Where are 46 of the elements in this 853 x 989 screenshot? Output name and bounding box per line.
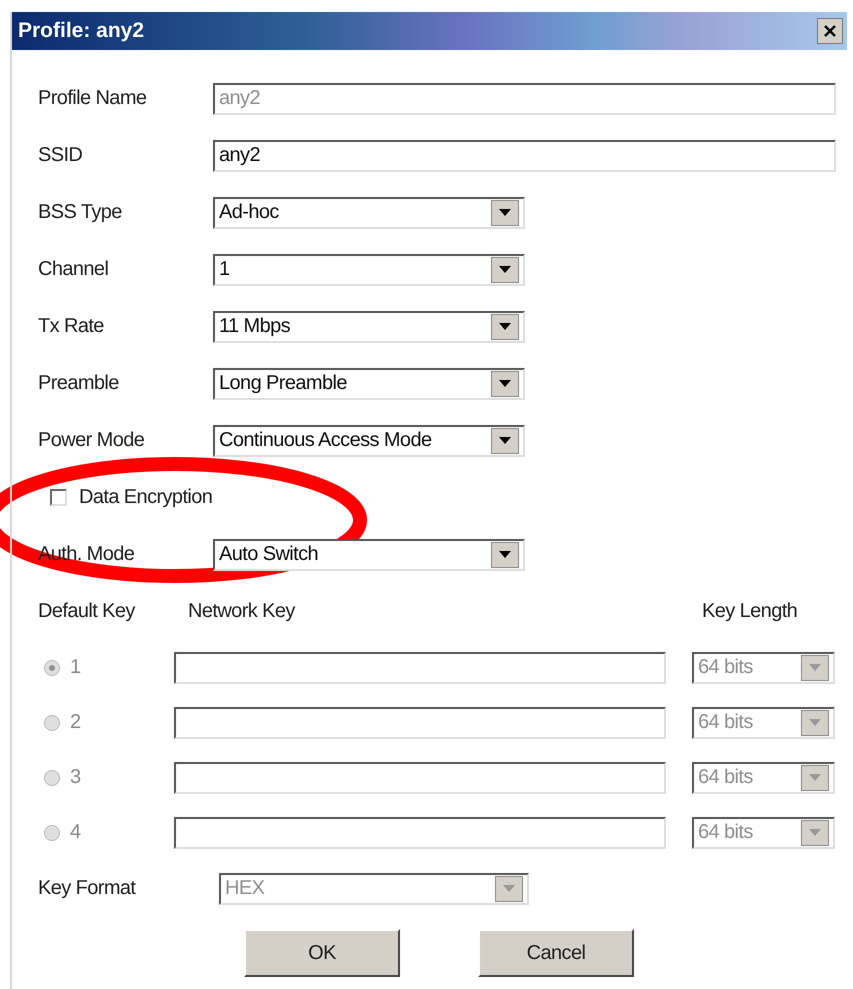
caret-icon xyxy=(809,829,821,836)
close-icon xyxy=(823,24,837,38)
field-label: BSS Type xyxy=(38,201,123,224)
dropdown-field[interactable]: 1 xyxy=(213,254,525,286)
dropdown-button[interactable] xyxy=(491,256,519,282)
caret-icon xyxy=(809,719,821,726)
dropdown-button[interactable] xyxy=(491,200,519,226)
field-label: Tx Rate xyxy=(38,315,105,338)
field-label: Channel xyxy=(38,258,110,281)
field-label: SSID xyxy=(38,144,84,167)
dropdown-field[interactable]: Continuous Access Mode xyxy=(213,424,525,456)
caret-icon xyxy=(499,266,511,273)
column-header: Default Key xyxy=(38,600,136,623)
key-number: 2 xyxy=(70,711,82,734)
column-header: Network Key xyxy=(188,600,296,623)
cancel-button[interactable]: Cancel xyxy=(478,929,634,977)
close-button[interactable] xyxy=(817,18,843,44)
dropdown-button[interactable] xyxy=(491,314,519,340)
field-label: Profile Name xyxy=(38,87,148,110)
field-label: Preamble xyxy=(38,372,120,395)
field-label: Key Format xyxy=(38,877,137,900)
caret-icon xyxy=(499,380,511,387)
ok-button[interactable]: OK xyxy=(244,929,400,977)
caret-icon xyxy=(499,551,511,558)
checkbox[interactable] xyxy=(50,489,67,506)
caret-icon xyxy=(503,885,515,892)
caret-icon xyxy=(809,664,821,671)
dropdown-button[interactable] xyxy=(491,370,519,396)
dropdown-button[interactable] xyxy=(491,428,519,454)
caret-icon xyxy=(499,437,511,444)
column-header: Key Length xyxy=(702,600,798,623)
field-label: Power Mode xyxy=(38,429,146,452)
key-number: 4 xyxy=(70,821,82,844)
checkbox-label: Data Encryption xyxy=(79,486,212,509)
caret-icon xyxy=(809,774,821,781)
caret-icon xyxy=(499,209,511,216)
window-title: Profile: any2 xyxy=(18,19,144,43)
dropdown-field[interactable]: Ad-hoc xyxy=(213,196,525,228)
caret-icon xyxy=(499,323,511,330)
key-number: 3 xyxy=(70,766,82,789)
dropdown-button[interactable] xyxy=(491,542,519,568)
dropdown-field[interactable]: Auto Switch xyxy=(213,538,525,570)
dropdown-field[interactable]: Long Preamble xyxy=(213,368,525,400)
dropdown-field[interactable]: 11 Mbps xyxy=(213,310,525,342)
key-number: 1 xyxy=(70,656,82,679)
input-field[interactable]: any2 xyxy=(213,140,836,172)
